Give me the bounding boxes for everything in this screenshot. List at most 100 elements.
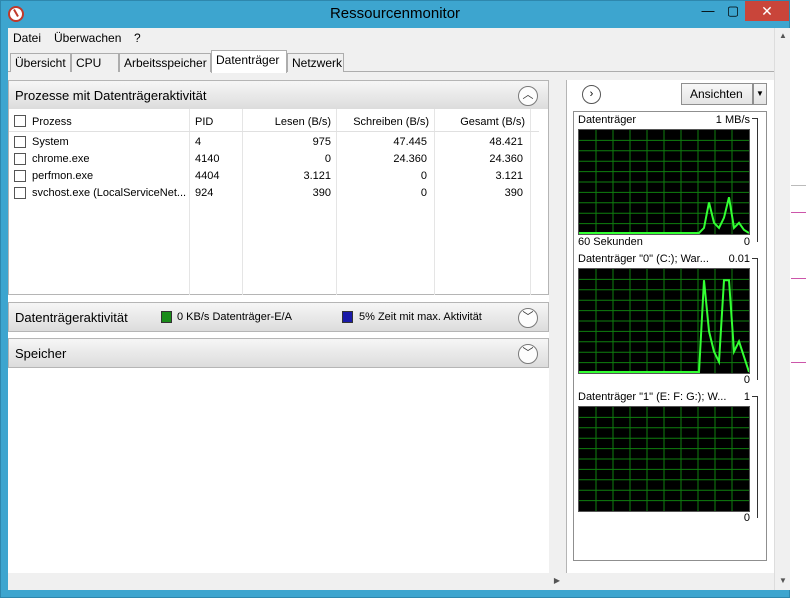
table-row[interactable]: perfmon.exe 4404 3.121 0 3.121 xyxy=(9,168,539,185)
scroll-up-arrow[interactable]: ▲ xyxy=(775,28,791,44)
process-write: 24.360 xyxy=(393,153,427,165)
tab-memory[interactable]: Arbeitsspeicher xyxy=(119,53,211,72)
graph-canvas xyxy=(579,407,749,511)
tab-overview[interactable]: Übersicht xyxy=(10,53,71,72)
background-line xyxy=(791,278,806,279)
tab-network[interactable]: Netzwerk xyxy=(287,53,344,72)
tab-cpu[interactable]: CPU xyxy=(71,53,119,72)
disk-0-graph xyxy=(578,268,750,374)
table-row[interactable]: chrome.exe 4140 0 24.360 24.360 xyxy=(9,151,539,168)
graph-canvas xyxy=(579,130,750,234)
graph-scale-bracket xyxy=(752,118,758,242)
process-write: 47.445 xyxy=(393,136,427,148)
process-pid: 924 xyxy=(195,187,214,199)
graph-max: 1 xyxy=(743,391,750,403)
graph-panel: › Ansichten ▼ Datenträger 1 MB/s 60 Seku… xyxy=(566,80,774,588)
tab-strip: Übersicht CPU Arbeitsspeicher Datenträge… xyxy=(8,50,790,73)
tab-disk[interactable]: Datenträger xyxy=(211,50,287,73)
io-legend-swatch xyxy=(161,311,172,323)
graph-stack: Datenträger 1 MB/s 60 Sekunden 0 Datentr… xyxy=(573,111,767,561)
process-name: svchost.exe (LocalServiceNet... xyxy=(32,187,187,199)
collapse-processes-button[interactable]: ︿ xyxy=(518,86,538,106)
process-write: 0 xyxy=(420,170,427,182)
minimize-button[interactable]: — xyxy=(695,1,721,21)
background-line xyxy=(791,362,806,363)
menu-monitor[interactable]: Überwachen xyxy=(54,31,121,45)
vertical-scrollbar[interactable]: ▲ ▼ xyxy=(774,28,790,590)
col-pid[interactable]: PID xyxy=(195,116,213,128)
graph-title: Datenträger "0" (C:); War... xyxy=(578,253,709,265)
left-panel: Prozesse mit Datenträgeraktivität ︿ Proz… xyxy=(8,80,549,588)
graph-max: 0.01 xyxy=(728,253,750,265)
expand-disk-activity-button[interactable]: ﹀ xyxy=(518,308,538,328)
process-read: 975 xyxy=(312,136,331,148)
menu-bar: Datei Überwachen ? xyxy=(8,28,790,49)
process-name: System xyxy=(32,136,69,148)
col-read[interactable]: Lesen (B/s) xyxy=(245,116,331,128)
graph-min: 0 xyxy=(743,236,750,248)
disk-activity-header[interactable]: Datenträgeraktivität 0 KB/s Datenträger-… xyxy=(8,302,549,332)
io-legend-text: 0 KB/s Datenträger-E/A xyxy=(177,311,292,323)
maximize-button[interactable]: ▢ xyxy=(721,1,745,21)
graph-min: 0 xyxy=(743,374,750,386)
table-header-row: Prozess PID Lesen (B/s) Schreiben (B/s) … xyxy=(9,112,539,132)
process-read: 0 xyxy=(324,153,331,165)
process-total: 48.421 xyxy=(489,136,523,148)
col-process[interactable]: Prozess xyxy=(32,116,72,128)
close-button[interactable]: ✕ xyxy=(745,1,789,21)
disk-activity-title: Datenträgeraktivität xyxy=(15,310,128,325)
status-strip: ▶ xyxy=(8,573,774,590)
menu-help[interactable]: ? xyxy=(134,31,141,45)
client-area: Datei Überwachen ? Übersicht CPU Arbeits… xyxy=(8,28,790,590)
process-read: 3.121 xyxy=(303,170,331,182)
scroll-down-arrow[interactable]: ▼ xyxy=(775,573,791,589)
process-name: chrome.exe xyxy=(32,153,90,165)
row-checkbox[interactable] xyxy=(14,136,26,148)
disk-total-graph xyxy=(578,129,750,235)
col-total[interactable]: Gesamt (B/s) xyxy=(437,116,525,128)
process-write: 0 xyxy=(420,187,427,199)
graph-min: 0 xyxy=(743,512,750,524)
table-row[interactable]: svchost.exe (LocalServiceNet... 924 390 … xyxy=(9,185,539,202)
background-line xyxy=(791,185,806,186)
time-legend-text: 5% Zeit mit max. Aktivität xyxy=(359,311,482,323)
processes-title: Prozesse mit Datenträgeraktivität xyxy=(15,88,207,103)
collapse-panel-button[interactable]: › xyxy=(582,85,601,104)
row-checkbox[interactable] xyxy=(14,153,26,165)
storage-title: Speicher xyxy=(15,346,67,361)
graph-scale-bracket xyxy=(752,396,758,518)
background-window xyxy=(791,0,806,604)
storage-header[interactable]: Speicher ﹀ xyxy=(8,338,549,368)
title-bar[interactable]: Ressourcenmonitor — ▢ ✕ xyxy=(1,1,789,28)
select-all-checkbox[interactable] xyxy=(14,115,26,127)
col-write[interactable]: Schreiben (B/s) xyxy=(339,116,429,128)
process-table: Prozess PID Lesen (B/s) Schreiben (B/s) … xyxy=(8,109,549,295)
process-name: perfmon.exe xyxy=(32,170,94,182)
disk-1-graph xyxy=(578,406,750,512)
time-legend-swatch xyxy=(342,311,353,323)
scroll-right-arrow[interactable]: ▶ xyxy=(549,573,565,589)
graph-title: Datenträger "1" (E: F: G:); W... xyxy=(578,391,727,403)
process-total: 24.360 xyxy=(489,153,523,165)
row-checkbox[interactable] xyxy=(14,170,26,182)
process-pid: 4140 xyxy=(195,153,220,165)
graph-time-span: 60 Sekunden xyxy=(578,236,643,248)
process-total: 3.121 xyxy=(495,170,523,182)
processes-header[interactable]: Prozesse mit Datenträgeraktivität ︿ xyxy=(8,80,549,110)
table-row[interactable]: System 4 975 47.445 48.421 xyxy=(9,134,539,151)
background-line xyxy=(791,212,806,213)
views-button[interactable]: Ansichten xyxy=(681,83,753,105)
process-pid: 4 xyxy=(195,136,202,148)
process-pid: 4404 xyxy=(195,170,220,182)
process-total: 390 xyxy=(504,187,523,199)
window-title: Ressourcenmonitor xyxy=(329,5,461,22)
views-dropdown-arrow[interactable]: ▼ xyxy=(753,83,767,105)
graph-title: Datenträger xyxy=(578,114,637,126)
process-read: 390 xyxy=(312,187,331,199)
graph-scale-bracket xyxy=(752,258,758,380)
row-checkbox[interactable] xyxy=(14,187,26,199)
graph-max: 1 MB/s xyxy=(715,114,750,126)
menu-file[interactable]: Datei xyxy=(13,31,41,45)
expand-storage-button[interactable]: ﹀ xyxy=(518,344,538,364)
graph-canvas xyxy=(579,269,750,373)
